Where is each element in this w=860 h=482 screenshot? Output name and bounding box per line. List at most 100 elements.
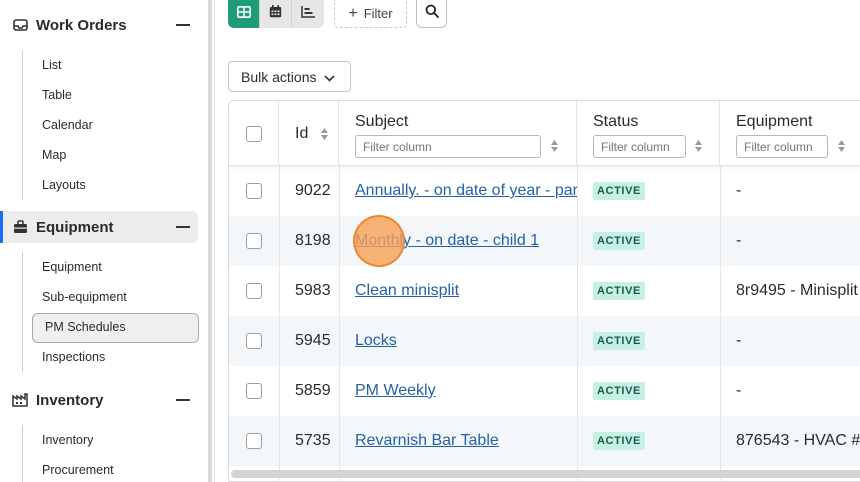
subject-link[interactable]: PM Weekly <box>355 382 436 400</box>
sidebar-section-inventory[interactable]: Inventory <box>0 384 198 416</box>
cell-id: 8198 <box>295 232 331 249</box>
cell-id: 5983 <box>295 282 331 299</box>
subject-link[interactable]: Clean minisplit <box>355 282 459 300</box>
cell-equipment: 8r9495 - Minisplit <box>736 282 858 299</box>
row-checkbox[interactable] <box>246 383 262 399</box>
sort-icon[interactable] <box>837 139 846 153</box>
filter-button-label: Filter <box>363 6 393 21</box>
pm-schedules-table: Id Subject Status Equipment <box>228 100 860 482</box>
column-title-equipment: Equipment <box>736 113 813 130</box>
grid-view-button[interactable] <box>228 0 260 28</box>
subject-link[interactable]: Revarnish Bar Table <box>355 432 499 450</box>
table-row[interactable]: 9022 Annually. - on date of year - paren… <box>229 166 860 216</box>
row-checkbox[interactable] <box>246 433 262 449</box>
table-row[interactable]: 5945 Locks ACTIVE - <box>229 316 860 366</box>
sidebar-item-inventory[interactable]: Inventory <box>23 425 199 455</box>
sidebar-section-label: Equipment <box>36 218 114 236</box>
cell-equipment: 876543 - HVAC #1 <box>736 432 860 449</box>
header-equipment[interactable]: Equipment <box>720 101 860 166</box>
sidebar-item-equipment[interactable]: Equipment <box>23 252 199 282</box>
sidebar-item-list[interactable]: List <box>23 50 199 80</box>
sidebar-item-table[interactable]: Table <box>23 80 199 110</box>
add-filter-button[interactable]: + Filter <box>334 0 407 28</box>
table-row[interactable]: 5859 PM Weekly ACTIVE - <box>229 366 860 416</box>
header-select-all <box>229 101 279 166</box>
inbox-tray-icon <box>12 17 28 33</box>
sidebar-resize-handle[interactable] <box>208 0 212 482</box>
table-header: Id Subject Status Equipment <box>229 101 860 166</box>
chart-view-button[interactable] <box>292 0 324 28</box>
status-badge: ACTIVE <box>593 332 645 350</box>
row-checkbox[interactable] <box>246 333 262 349</box>
toolbox-icon <box>12 219 28 235</box>
row-checkbox[interactable] <box>246 233 262 249</box>
chevron-down-icon <box>324 69 336 85</box>
row-checkbox[interactable] <box>246 283 262 299</box>
sidebar-section-work-orders[interactable]: Work Orders <box>0 9 198 41</box>
row-checkbox[interactable] <box>246 183 262 199</box>
select-all-checkbox[interactable] <box>246 126 262 142</box>
bulk-actions-label: Bulk actions <box>241 68 317 85</box>
search-button[interactable] <box>416 0 447 28</box>
status-filter-input[interactable] <box>593 135 686 158</box>
cell-id: 9022 <box>295 182 331 199</box>
subject-filter-input[interactable] <box>355 135 541 158</box>
calendar-view-icon <box>269 5 282 23</box>
status-badge: ACTIVE <box>593 432 645 450</box>
sort-icon[interactable] <box>320 127 329 141</box>
subject-link[interactable]: Locks <box>355 332 397 350</box>
sidebar-sublist-work-orders: List Table Calendar Map Layouts <box>22 50 199 200</box>
equipment-filter-input[interactable] <box>736 135 828 158</box>
header-subject[interactable]: Subject <box>339 101 577 166</box>
status-badge: ACTIVE <box>593 232 645 250</box>
header-status[interactable]: Status <box>577 101 720 166</box>
sidebar-item-calendar[interactable]: Calendar <box>23 110 199 140</box>
table-row[interactable]: 5983 Clean minisplit ACTIVE 8r9495 - Min… <box>229 266 860 316</box>
cell-equipment: - <box>736 332 742 349</box>
sidebar-section-equipment[interactable]: Equipment <box>0 211 198 243</box>
column-title-id: Id <box>295 125 309 142</box>
cell-id: 5735 <box>295 432 331 449</box>
cell-id: 5945 <box>295 332 331 349</box>
grid-view-icon <box>236 5 251 23</box>
status-badge: ACTIVE <box>593 382 645 400</box>
sidebar-section-label: Inventory <box>36 391 104 409</box>
subject-link[interactable]: Annually. - on date of year - parent <box>355 182 577 200</box>
sidebar-section-label: Work Orders <box>36 16 127 34</box>
cell-equipment: - <box>736 232 742 249</box>
header-id[interactable]: Id <box>279 101 339 166</box>
sidebar-item-sub-equipment[interactable]: Sub-equipment <box>23 282 199 312</box>
status-badge: ACTIVE <box>593 282 645 300</box>
divider <box>214 0 215 482</box>
sidebar-sublist-equipment: Equipment Sub-equipment PM Schedules Ins… <box>22 252 199 372</box>
collapse-icon[interactable] <box>176 399 190 401</box>
column-title-subject: Subject <box>355 113 409 130</box>
table-row[interactable]: 8198 Monthly - on date - child 1 ACTIVE … <box>229 216 860 266</box>
search-icon <box>425 4 439 23</box>
sort-icon[interactable] <box>694 139 703 153</box>
factory-icon <box>12 392 28 408</box>
sort-icon[interactable] <box>550 139 559 153</box>
bulk-actions-dropdown[interactable]: Bulk actions <box>228 61 351 92</box>
plus-icon: + <box>348 4 358 22</box>
sidebar-item-inspections[interactable]: Inspections <box>23 342 199 372</box>
sidebar-item-pm-schedules[interactable]: PM Schedules <box>23 312 199 343</box>
collapse-icon[interactable] <box>176 226 190 228</box>
calendar-view-button[interactable] <box>260 0 292 28</box>
collapse-icon[interactable] <box>176 24 190 26</box>
sidebar-sublist-inventory: Inventory Procurement <box>22 425 199 482</box>
cell-id: 5859 <box>295 382 331 399</box>
status-badge: ACTIVE <box>593 182 645 200</box>
cell-equipment: - <box>736 382 742 399</box>
column-title-status: Status <box>593 113 639 130</box>
cell-equipment: - <box>736 182 742 199</box>
subject-link[interactable]: Monthly - on date - child 1 <box>355 232 539 250</box>
table-row[interactable]: 5735 Revarnish Bar Table ACTIVE 876543 -… <box>229 416 860 466</box>
sidebar-item-map[interactable]: Map <box>23 140 199 170</box>
sidebar-item-layouts[interactable]: Layouts <box>23 170 199 200</box>
sidebar: Work Orders List Table Calendar Map Layo… <box>0 0 208 482</box>
sidebar-item-procurement[interactable]: Procurement <box>23 455 199 482</box>
chart-view-icon <box>301 5 315 23</box>
view-switcher <box>228 0 324 28</box>
horizontal-scrollbar[interactable] <box>231 470 860 478</box>
